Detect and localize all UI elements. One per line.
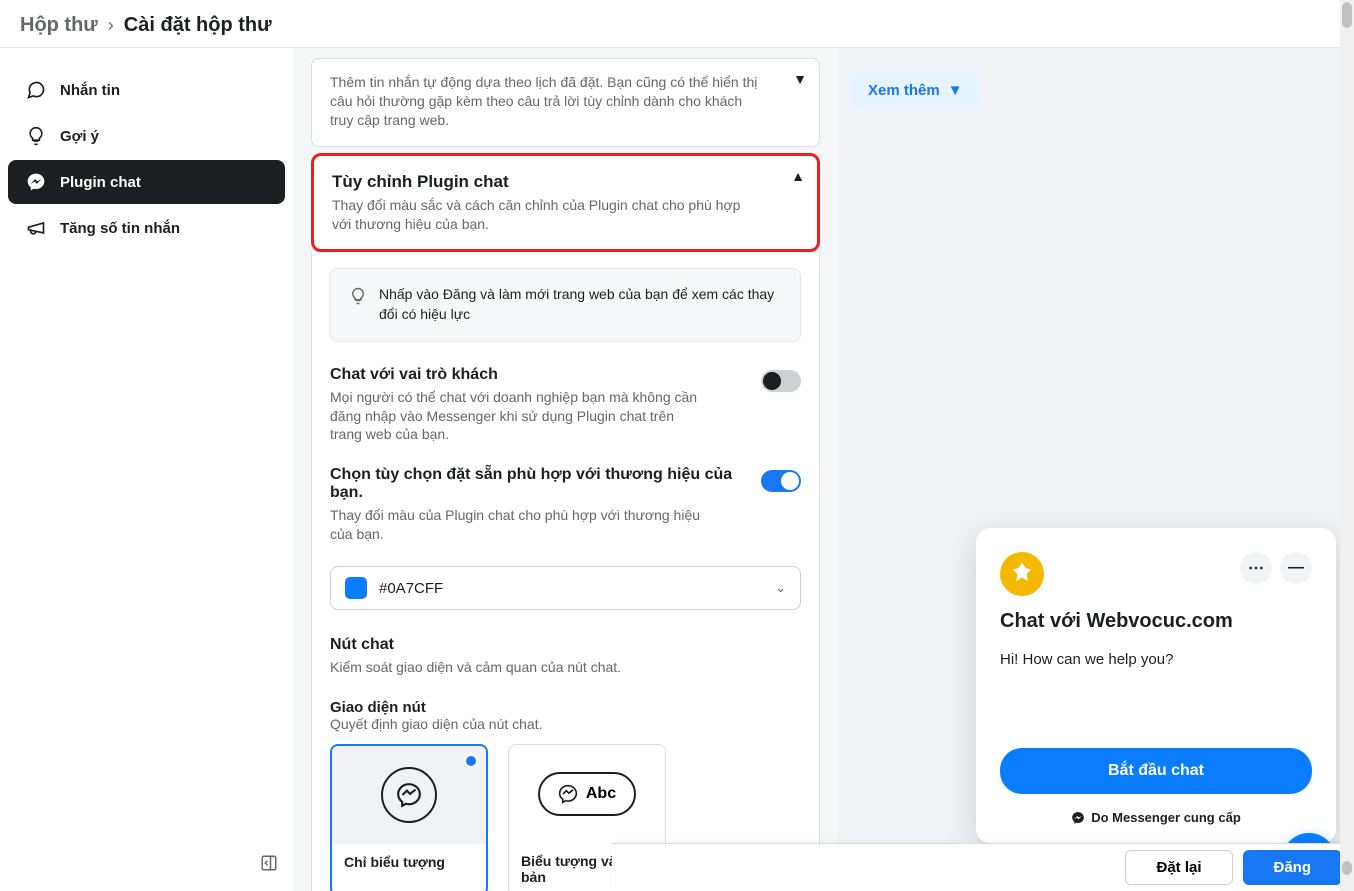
messenger-icon — [1071, 811, 1085, 825]
card-description: Thay đổi màu sắc và cách căn chỉnh của P… — [332, 196, 799, 234]
sidebar-item-label: Tăng số tin nhắn — [60, 220, 180, 237]
brand-preset-setting: Chọn tùy chọn đặt sẵn phù hợp với thương… — [330, 466, 801, 544]
sidebar: Nhắn tin Gợi ý Plugin chat Tăng số tin n… — [0, 48, 293, 891]
breadcrumb-separator-icon: › — [108, 15, 114, 36]
bulb-icon — [349, 287, 367, 310]
publish-button[interactable]: Đăng — [1243, 850, 1343, 885]
subsection-description: Quyết định giao diện của nút chat. — [330, 716, 801, 732]
more-options-button[interactable]: ⋯ — [1240, 552, 1272, 584]
card-title: Tùy chỉnh Plugin chat — [332, 172, 799, 192]
setting-description: Mọi người có thể chat với doanh nghiệp b… — [330, 388, 761, 445]
preview-panel: Xem thêm ▼ ⋯ — Chat với Webvocuc.com Hi!… — [838, 48, 1354, 891]
subsection-title: Giao diện nút — [330, 699, 801, 716]
customize-section-body: Nhấp vào Đăng và làm mới trang web của b… — [311, 252, 820, 891]
sidebar-item-boost-messages[interactable]: Tăng số tin nhắn — [8, 206, 285, 250]
color-picker[interactable]: #0A7CFF ⌄ — [330, 566, 801, 610]
card-auto-messages[interactable]: Thêm tin nhắn tự động dựa theo lịch đã đ… — [311, 58, 820, 147]
setting-description: Thay đổi màu của Plugin chat cho phù hợp… — [330, 506, 761, 544]
card-customize-plugin[interactable]: Tùy chỉnh Plugin chat Thay đổi màu sắc v… — [311, 153, 820, 253]
chat-greeting: Hi! How can we help you? — [1000, 651, 1312, 668]
start-chat-button[interactable]: Bắt đầu chat — [1000, 748, 1312, 794]
section-title: Nút chat — [330, 636, 801, 654]
option-label: Chỉ biểu tượng — [332, 844, 486, 880]
chevron-down-icon: ⌄ — [775, 580, 786, 596]
setting-title: Chat với vai trò khách — [330, 366, 761, 384]
sidebar-item-plugin-chat[interactable]: Plugin chat — [8, 160, 285, 204]
reset-button[interactable]: Đặt lại — [1125, 850, 1232, 885]
guest-chat-setting: Chat với vai trò khách Mọi người có thể … — [330, 366, 801, 445]
sidebar-item-suggestions[interactable]: Gợi ý — [8, 114, 285, 158]
sidebar-item-label: Plugin chat — [60, 174, 141, 191]
sidebar-item-label: Gợi ý — [60, 128, 99, 145]
breadcrumb: Hộp thư › Cài đặt hộp thư — [0, 0, 1354, 48]
color-swatch — [345, 577, 367, 599]
minimize-button[interactable]: — — [1280, 552, 1312, 584]
chat-icon — [26, 80, 46, 100]
bulb-icon — [26, 126, 46, 146]
hint-text: Nhấp vào Đăng và làm mới trang web của b… — [379, 285, 782, 324]
minus-icon: — — [1288, 559, 1304, 577]
section-description: Kiểm soát giao diện và cảm quan của nút … — [330, 658, 801, 677]
selected-indicator-icon — [464, 754, 478, 768]
breadcrumb-current: Cài đặt hộp thư — [124, 14, 272, 37]
brand-preset-toggle[interactable] — [761, 470, 801, 492]
caret-down-icon: ▼ — [948, 82, 963, 99]
chat-plugin-preview: ⋯ — Chat với Webvocuc.com Hi! How can we… — [976, 528, 1336, 843]
chat-title: Chat với Webvocuc.com — [1000, 610, 1312, 633]
business-avatar — [1000, 552, 1044, 596]
setting-title: Chọn tùy chọn đặt sẵn phù hợp với thương… — [330, 466, 761, 502]
settings-panel: Thêm tin nhắn tự động dựa theo lịch đã đ… — [293, 48, 838, 891]
color-hex-value: #0A7CFF — [379, 580, 443, 597]
button-style-icon-only[interactable]: Chỉ biểu tượng — [330, 744, 488, 891]
footer-actions: Đặt lại Đăng — [612, 843, 1354, 891]
publish-hint: Nhấp vào Đăng và làm mới trang web của b… — [330, 268, 801, 341]
powered-by-messenger: Do Messenger cung cấp — [1000, 810, 1312, 825]
scrollbar-page[interactable] — [1340, 0, 1354, 891]
chevron-up-icon: ▲ — [791, 168, 805, 184]
dots-icon: ⋯ — [1248, 558, 1264, 578]
megaphone-icon — [26, 218, 46, 238]
guest-chat-toggle[interactable] — [761, 370, 801, 392]
sidebar-item-messaging[interactable]: Nhắn tin — [8, 68, 285, 112]
messenger-icon — [26, 172, 46, 192]
card-description: Thêm tin nhắn tự động dựa theo lịch đã đ… — [330, 73, 801, 130]
chat-button-section: Nút chat Kiểm soát giao diện và cảm quan… — [330, 636, 801, 677]
sidebar-item-label: Nhắn tin — [60, 82, 120, 99]
show-more-button[interactable]: Xem thêm ▼ — [850, 72, 981, 109]
collapse-sidebar-icon[interactable] — [260, 854, 278, 877]
breadcrumb-root[interactable]: Hộp thư — [20, 14, 98, 37]
chevron-down-icon: ▼ — [793, 71, 807, 87]
